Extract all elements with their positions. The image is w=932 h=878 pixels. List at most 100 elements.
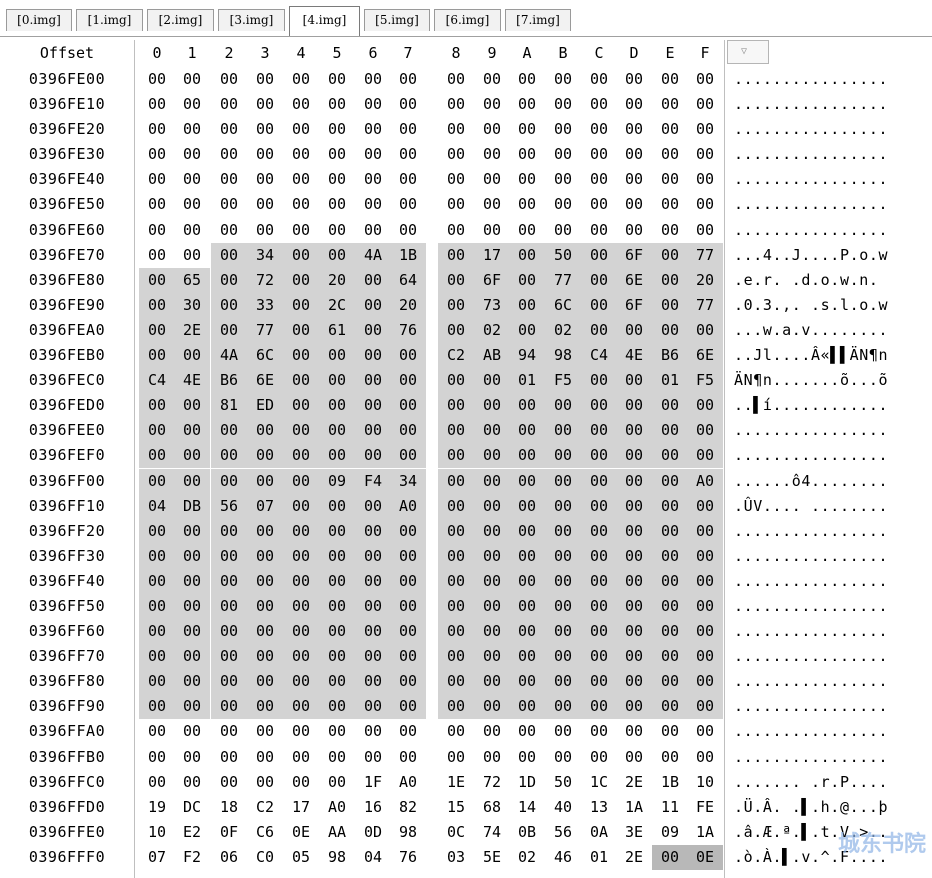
- hex-byte[interactable]: 00: [247, 543, 283, 569]
- hex-byte[interactable]: 00: [652, 418, 688, 444]
- hex-byte[interactable]: 1A: [616, 795, 652, 820]
- hex-byte[interactable]: 00: [652, 267, 688, 293]
- hex-byte[interactable]: 00: [438, 393, 474, 419]
- hex-byte[interactable]: 00: [687, 493, 723, 519]
- hex-byte[interactable]: 00: [174, 443, 210, 469]
- hex-byte[interactable]: 00: [509, 694, 545, 720]
- ascii-text[interactable]: ................: [734, 544, 930, 569]
- hex-byte[interactable]: 00: [174, 518, 210, 544]
- hex-byte[interactable]: 3E: [616, 820, 652, 845]
- hex-byte[interactable]: 00: [687, 167, 723, 192]
- hex-byte[interactable]: 00: [616, 443, 652, 469]
- hex-byte[interactable]: 17: [283, 795, 319, 820]
- hex-byte[interactable]: 00: [652, 619, 688, 645]
- tab-5[interactable]: [5.img]: [364, 9, 430, 31]
- hex-byte[interactable]: 00: [438, 267, 474, 293]
- hex-byte[interactable]: 00: [509, 218, 545, 243]
- hex-byte[interactable]: 00: [616, 218, 652, 243]
- hex-byte[interactable]: 00: [652, 844, 688, 870]
- hex-byte[interactable]: 00: [247, 745, 283, 770]
- hex-byte[interactable]: 00: [355, 493, 391, 519]
- hex-byte[interactable]: 00: [687, 669, 723, 695]
- hex-byte[interactable]: 00: [652, 92, 688, 117]
- hex-byte[interactable]: 00: [319, 142, 355, 167]
- hex-byte[interactable]: 00: [355, 218, 391, 243]
- hex-byte[interactable]: 00: [687, 568, 723, 594]
- hex-byte[interactable]: 00: [652, 468, 688, 494]
- hex-byte[interactable]: 00: [319, 518, 355, 544]
- hex-byte[interactable]: 00: [474, 518, 510, 544]
- hex-byte[interactable]: 00: [319, 493, 355, 519]
- hex-byte[interactable]: 00: [616, 142, 652, 167]
- hex-byte[interactable]: 00: [355, 317, 391, 343]
- hex-byte[interactable]: 00: [474, 694, 510, 720]
- hex-byte[interactable]: 00: [438, 192, 474, 217]
- hex-byte[interactable]: 00: [283, 493, 319, 519]
- hex-byte[interactable]: 00: [319, 167, 355, 192]
- ascii-text[interactable]: ................: [734, 92, 930, 117]
- hex-byte[interactable]: 00: [438, 317, 474, 343]
- hex-byte[interactable]: 00: [319, 669, 355, 695]
- hex-byte[interactable]: 00: [581, 292, 617, 318]
- hex-byte[interactable]: 00: [174, 593, 210, 619]
- hex-byte[interactable]: 00: [438, 67, 474, 92]
- hex-byte[interactable]: 00: [687, 418, 723, 444]
- hex-byte[interactable]: 00: [355, 543, 391, 569]
- ascii-text[interactable]: ................: [734, 669, 930, 694]
- hex-byte[interactable]: 00: [545, 694, 581, 720]
- hex-byte[interactable]: 64: [390, 267, 426, 293]
- hex-byte[interactable]: 00: [283, 619, 319, 645]
- hex-byte[interactable]: 00: [211, 694, 247, 720]
- hex-byte[interactable]: 00: [283, 67, 319, 92]
- hex-byte[interactable]: 00: [247, 218, 283, 243]
- hex-byte[interactable]: 00: [211, 593, 247, 619]
- hex-byte[interactable]: 1A: [687, 820, 723, 845]
- hex-byte[interactable]: 00: [211, 669, 247, 695]
- hex-byte[interactable]: 00: [545, 568, 581, 594]
- hex-byte[interactable]: 00: [390, 192, 426, 217]
- hex-byte[interactable]: 1C: [581, 770, 617, 795]
- hex-byte[interactable]: 00: [139, 468, 175, 494]
- hex-byte[interactable]: F2: [174, 845, 210, 870]
- hex-byte[interactable]: 00: [687, 67, 723, 92]
- hex-byte[interactable]: 00: [474, 568, 510, 594]
- hex-byte[interactable]: 00: [139, 719, 175, 744]
- hex-byte[interactable]: 00: [174, 468, 210, 494]
- hex-byte[interactable]: 00: [545, 418, 581, 444]
- hex-byte[interactable]: 00: [687, 192, 723, 217]
- hex-byte[interactable]: 00: [687, 317, 723, 343]
- hex-byte[interactable]: 6F: [474, 267, 510, 293]
- hex-byte[interactable]: 00: [616, 192, 652, 217]
- hex-byte[interactable]: AA: [319, 820, 355, 845]
- tab-1[interactable]: [1.img]: [76, 9, 143, 31]
- hex-byte[interactable]: 00: [319, 192, 355, 217]
- hex-byte[interactable]: 1E: [438, 770, 474, 795]
- hex-byte[interactable]: 00: [687, 694, 723, 720]
- hex-byte[interactable]: 00: [139, 317, 175, 343]
- hex-byte[interactable]: 00: [283, 317, 319, 343]
- hex-byte[interactable]: 00: [139, 669, 175, 695]
- hex-byte[interactable]: 00: [687, 117, 723, 142]
- hex-byte[interactable]: 00: [139, 243, 175, 268]
- hex-byte[interactable]: 46: [545, 845, 581, 870]
- hex-byte[interactable]: F4: [355, 468, 391, 494]
- hex-byte[interactable]: 00: [545, 719, 581, 744]
- hex-byte[interactable]: 00: [390, 218, 426, 243]
- hex-byte[interactable]: 00: [509, 142, 545, 167]
- hex-byte[interactable]: 00: [581, 719, 617, 744]
- hex-byte[interactable]: 00: [319, 770, 355, 795]
- hex-byte[interactable]: 00: [438, 493, 474, 519]
- tab-7[interactable]: [7.img]: [505, 9, 571, 31]
- hex-byte[interactable]: 00: [581, 694, 617, 720]
- hex-byte[interactable]: 00: [174, 192, 210, 217]
- hex-byte[interactable]: 00: [390, 543, 426, 569]
- hex-byte[interactable]: 00: [247, 92, 283, 117]
- hex-byte[interactable]: 00: [581, 568, 617, 594]
- hex-byte[interactable]: C2: [438, 343, 474, 369]
- hex-byte[interactable]: 00: [247, 770, 283, 795]
- hex-byte[interactable]: 00: [211, 267, 247, 293]
- hex-byte[interactable]: 00: [390, 67, 426, 92]
- hex-byte[interactable]: 00: [581, 619, 617, 645]
- ascii-text[interactable]: ................: [734, 745, 930, 770]
- hex-byte[interactable]: 00: [616, 317, 652, 343]
